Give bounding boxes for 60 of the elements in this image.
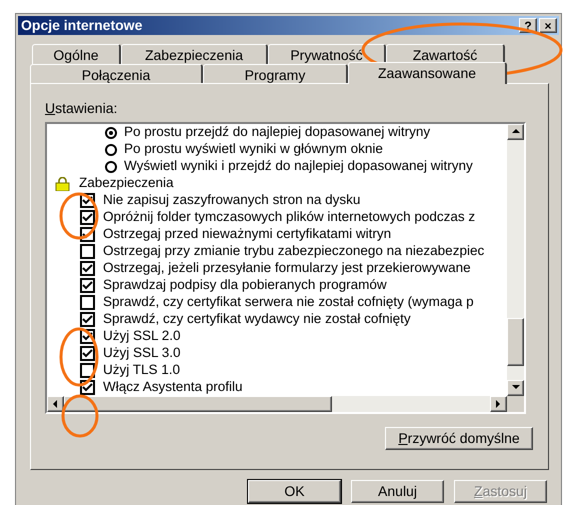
- check-icon: [82, 213, 93, 222]
- check-icon: [82, 315, 93, 324]
- scroll-down-button[interactable]: [507, 380, 524, 396]
- tab[interactable]: Programy: [203, 64, 348, 84]
- check-icon: [82, 349, 93, 358]
- settings-label: Ustawienia:: [45, 100, 118, 116]
- checkbox[interactable]: [80, 295, 95, 310]
- check-icon: [82, 332, 93, 341]
- scroll-thumb[interactable]: [64, 396, 332, 412]
- radio-button[interactable]: [105, 144, 117, 156]
- dialog-button[interactable]: OK: [248, 480, 341, 503]
- scrollbar-corner: [507, 396, 524, 412]
- close-button[interactable]: ×: [539, 18, 557, 33]
- option-label: Użyj TLS 1.0: [103, 361, 180, 380]
- window-title: Opcje internetowe: [21, 16, 144, 35]
- radio-button[interactable]: [105, 160, 117, 172]
- scroll-thumb[interactable]: [507, 318, 524, 366]
- option-label: Sprawdź, czy certyfikat serwera nie został cofnięty (wymaga p: [103, 293, 474, 312]
- annotation-ellipse: [60, 328, 98, 386]
- annotation-ellipse: [60, 192, 98, 240]
- option-label: Użyj SSL 3.0: [103, 344, 181, 362]
- group-label: Zabezpieczenia: [79, 174, 174, 192]
- option-label: Opróżnij folder tymczasowych plików internetowych podczas z: [103, 208, 476, 226]
- tab[interactable]: Ogólne: [32, 44, 121, 64]
- restore-defaults-button[interactable]: Przywróć domyślne: [385, 427, 533, 450]
- check-icon: [82, 383, 93, 392]
- horizontal-scrollbar[interactable]: [47, 396, 507, 412]
- checkbox[interactable]: [80, 346, 95, 361]
- scroll-left-button[interactable]: [47, 396, 64, 412]
- check-icon: [82, 264, 93, 273]
- option-label: Sprawdzaj podpisy dla pobieranych programów: [103, 276, 387, 294]
- check-icon: [82, 281, 93, 290]
- tab[interactable]: Zawartość: [386, 44, 505, 64]
- option-label: Ostrzegaj, jeżeli przesyłanie formularzy jest przekierowywane: [103, 259, 471, 278]
- scroll-right-button[interactable]: [490, 396, 507, 412]
- radio-button[interactable]: [105, 126, 117, 138]
- tab[interactable]: Połączenia: [30, 64, 203, 84]
- option-label: Nie zapisuj zaszyfrowanych stron na dysku: [103, 191, 360, 210]
- tab[interactable]: Zaawansowane: [348, 62, 507, 84]
- option-label: Włącz Asystenta profilu: [103, 378, 243, 396]
- checkbox[interactable]: [80, 312, 95, 327]
- check-icon: [82, 196, 93, 205]
- checkbox[interactable]: [80, 210, 95, 225]
- tab[interactable]: Prywatność: [268, 44, 386, 64]
- option-label: Użyj SSL 2.0: [103, 327, 181, 346]
- checkbox[interactable]: [80, 278, 95, 293]
- option-label: Ostrzegaj przed nieważnymi certyfikatami witryn: [103, 225, 392, 244]
- checkbox[interactable]: [80, 261, 95, 276]
- vertical-scrollbar[interactable]: [507, 124, 524, 396]
- padlock-icon: [55, 176, 70, 190]
- option-label: Wyświetl wyniki i przejdź do najlepiej dopasowanej witryny: [124, 157, 473, 176]
- option-label: Ostrzegaj przy zmianie trybu zabezpieczonego na niezabezpiec: [103, 242, 484, 260]
- option-label: Sprawdź, czy certyfikat wydawcy nie został cofnięty: [103, 310, 411, 328]
- checkbox[interactable]: [80, 244, 95, 259]
- scroll-up-button[interactable]: [507, 124, 524, 140]
- option-label: Po prostu przejdź do najlepiej dopasowanej witryny: [124, 124, 430, 142]
- option-label: Po prostu wyświetl wyniki w głównym oknie: [124, 140, 383, 158]
- annotation-ellipse: [62, 394, 98, 438]
- tab[interactable]: Zabezpieczenia: [121, 44, 268, 64]
- dialog-button[interactable]: Anuluj: [351, 480, 444, 503]
